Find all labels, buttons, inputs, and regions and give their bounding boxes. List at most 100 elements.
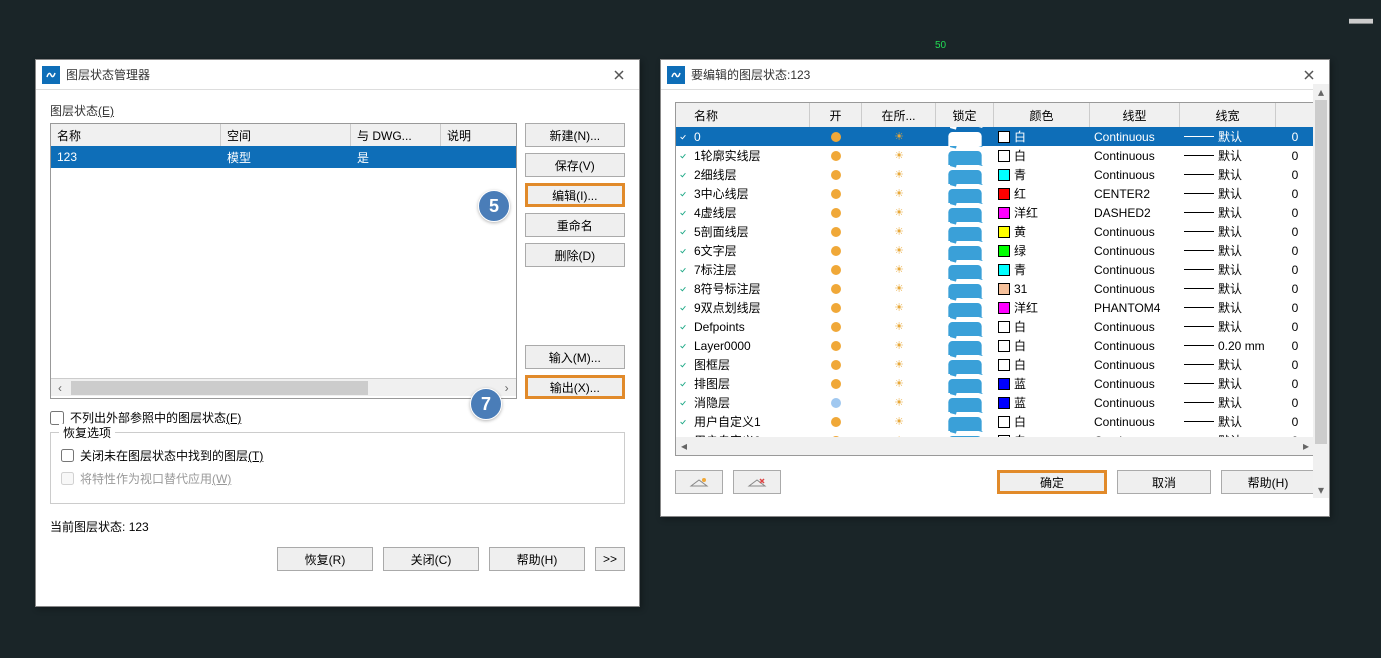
linetype-cell[interactable]: Continuous <box>1090 431 1180 437</box>
viewport-icon[interactable]: ☀ <box>862 241 936 260</box>
plot-cell[interactable]: 0 <box>1276 241 1314 260</box>
lock-icon[interactable] <box>936 279 994 298</box>
col-name[interactable]: 名称 <box>690 103 810 127</box>
delete-button[interactable]: 删除(D) <box>525 243 625 267</box>
on-icon[interactable] <box>810 374 862 393</box>
color-cell[interactable]: 白 <box>994 355 1090 374</box>
close-button[interactable] <box>1295 65 1323 85</box>
on-icon[interactable] <box>810 431 862 437</box>
linetype-cell[interactable]: PHANTOM4 <box>1090 298 1180 317</box>
layer-row[interactable]: 7标注层☀青Continuous默认0 <box>676 260 1314 279</box>
linetype-cell[interactable]: Continuous <box>1090 127 1180 146</box>
on-icon[interactable] <box>810 146 862 165</box>
on-icon[interactable] <box>810 260 862 279</box>
linetype-cell[interactable]: CENTER2 <box>1090 184 1180 203</box>
linetype-cell[interactable]: Continuous <box>1090 393 1180 412</box>
col-status[interactable] <box>676 103 690 127</box>
lock-icon[interactable] <box>936 222 994 241</box>
plot-cell[interactable]: 0 <box>1276 336 1314 355</box>
lineweight-cell[interactable]: 默认 <box>1180 355 1276 374</box>
lineweight-cell[interactable]: 默认 <box>1180 127 1276 146</box>
col-linetype[interactable]: 线型 <box>1090 103 1180 127</box>
layer-row[interactable]: 8符号标注层☀31Continuous默认0 <box>676 279 1314 298</box>
viewport-icon[interactable]: ☀ <box>862 260 936 279</box>
linetype-cell[interactable]: Continuous <box>1090 374 1180 393</box>
viewport-icon[interactable]: ☀ <box>862 393 936 412</box>
col-color[interactable]: 颜色 <box>994 103 1090 127</box>
help-button[interactable]: 帮助(H) <box>1221 470 1315 494</box>
layer-row[interactable]: 消隐层☀蓝Continuous默认0 <box>676 393 1314 412</box>
lock-icon[interactable] <box>936 336 994 355</box>
color-cell[interactable]: 青 <box>994 165 1090 184</box>
on-icon[interactable] <box>810 127 862 146</box>
color-cell[interactable]: 蓝 <box>994 393 1090 412</box>
scroll-up-icon[interactable]: ▴ <box>1313 84 1329 100</box>
layer-row[interactable]: 2细线层☀青Continuous默认0 <box>676 165 1314 184</box>
layer-row[interactable]: 6文字层☀绿Continuous默认0 <box>676 241 1314 260</box>
linetype-cell[interactable]: Continuous <box>1090 412 1180 431</box>
scroll-left-icon[interactable]: ‹ <box>51 379 69 397</box>
restore-button[interactable]: 恢复(R) <box>277 547 373 571</box>
plot-cell[interactable]: 0 <box>1276 165 1314 184</box>
col-name[interactable]: 名称 <box>51 124 221 146</box>
lock-icon[interactable] <box>936 184 994 203</box>
layer-row[interactable]: 9双点划线层☀洋红PHANTOM4默认0 <box>676 298 1314 317</box>
state-row[interactable]: 123 模型 是 <box>51 146 516 168</box>
state-table[interactable]: 名称 空间 与 DWG... 说明 123 模型 是 ‹ › <box>50 123 517 399</box>
on-icon[interactable] <box>810 336 862 355</box>
scroll-right-icon[interactable]: › <box>498 379 516 397</box>
lineweight-cell[interactable]: 默认 <box>1180 165 1276 184</box>
import-button[interactable]: 输入(M)... <box>525 345 625 369</box>
scroll-thumb[interactable] <box>1315 100 1327 444</box>
lineweight-cell[interactable]: 默认 <box>1180 241 1276 260</box>
linetype-cell[interactable]: Continuous <box>1090 165 1180 184</box>
lineweight-cell[interactable]: 默认 <box>1180 393 1276 412</box>
export-button[interactable]: 输出(X)... <box>525 375 625 399</box>
save-button[interactable]: 保存(V) <box>525 153 625 177</box>
close-button[interactable] <box>605 65 633 85</box>
plot-cell[interactable]: 0 <box>1276 127 1314 146</box>
lineweight-cell[interactable]: 默认 <box>1180 431 1276 437</box>
viewport-icon[interactable]: ☀ <box>862 336 936 355</box>
plot-cell[interactable]: 0 <box>1276 146 1314 165</box>
lock-icon[interactable] <box>936 355 994 374</box>
minimize-button[interactable] <box>1349 4 1373 24</box>
plot-cell[interactable]: 0 <box>1276 184 1314 203</box>
col-lineweight[interactable]: 线宽 <box>1180 103 1276 127</box>
col-on[interactable]: 开 <box>810 103 862 127</box>
titlebar[interactable]: 图层状态管理器 <box>36 60 639 90</box>
col-viewport[interactable]: 在所... <box>862 103 936 127</box>
viewport-icon[interactable]: ☀ <box>862 165 936 184</box>
on-icon[interactable] <box>810 165 862 184</box>
close-dialog-button[interactable]: 关闭(C) <box>383 547 479 571</box>
color-cell[interactable]: 蓝 <box>994 374 1090 393</box>
scroll-right-icon[interactable]: ▸ <box>1298 439 1314 453</box>
viewport-icon[interactable]: ☀ <box>862 317 936 336</box>
viewport-icon[interactable]: ☀ <box>862 203 936 222</box>
viewport-icon[interactable]: ☀ <box>862 298 936 317</box>
on-icon[interactable] <box>810 355 862 374</box>
plot-cell[interactable]: 0 <box>1276 393 1314 412</box>
external-ref-checkbox[interactable] <box>50 411 64 425</box>
layer-row[interactable]: 图框层☀白Continuous默认0 <box>676 355 1314 374</box>
lineweight-cell[interactable]: 0.20 mm <box>1180 336 1276 355</box>
lock-icon[interactable] <box>936 393 994 412</box>
lock-icon[interactable] <box>936 412 994 431</box>
layer-row[interactable]: 5剖面线层☀黄Continuous默认0 <box>676 222 1314 241</box>
on-icon[interactable] <box>810 203 862 222</box>
lock-icon[interactable] <box>936 203 994 222</box>
plot-cell[interactable]: 0 <box>1276 412 1314 431</box>
color-cell[interactable]: 白 <box>994 317 1090 336</box>
col-dwg[interactable]: 与 DWG... <box>351 124 441 146</box>
color-cell[interactable]: 白 <box>994 146 1090 165</box>
scroll-left-icon[interactable]: ◂ <box>676 439 692 453</box>
scroll-down-icon[interactable]: ▾ <box>1313 482 1329 498</box>
on-icon[interactable] <box>810 279 862 298</box>
help-button[interactable]: 帮助(H) <box>489 547 585 571</box>
titlebar[interactable]: 要编辑的图层状态:123 <box>661 60 1329 90</box>
horizontal-scrollbar[interactable]: ◂ ▸ <box>676 437 1314 455</box>
viewport-icon[interactable]: ☀ <box>862 222 936 241</box>
col-desc[interactable]: 说明 <box>441 124 516 146</box>
lock-icon[interactable] <box>936 317 994 336</box>
lineweight-cell[interactable]: 默认 <box>1180 146 1276 165</box>
